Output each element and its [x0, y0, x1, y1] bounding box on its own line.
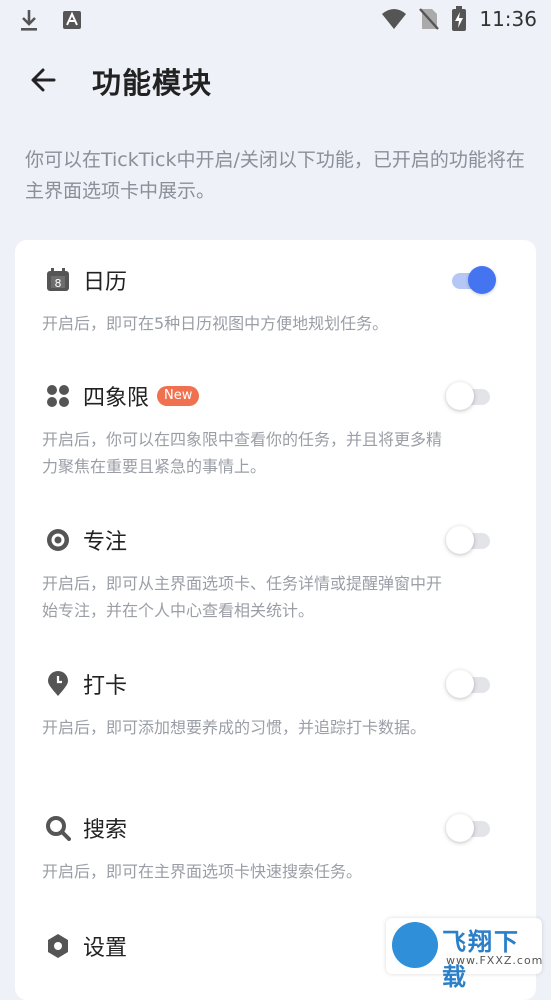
calendar-icon: 8	[45, 267, 71, 293]
toggle-knob	[446, 670, 474, 698]
focus-toggle[interactable]	[446, 526, 494, 554]
toggle-knob	[446, 814, 474, 842]
focus-target-icon	[45, 527, 71, 553]
page-title: 功能模块	[92, 66, 213, 100]
watermark-logo: 飞翔下载 www.FXXZ.com	[386, 918, 544, 991]
settings-hexagon-icon	[45, 933, 71, 959]
new-badge: New	[157, 386, 200, 406]
module-title: 日历	[83, 270, 128, 295]
battery-charging-icon	[452, 6, 467, 31]
module-description: 开启后，即可从主界面选项卡、任务详情或提醒弹窗中开始专注，并在个人中心查看相关统…	[42, 574, 443, 620]
module-title: 打卡	[83, 674, 128, 699]
module-description: 开启后，即可在5种日历视图中方便地规划任务。	[42, 314, 389, 333]
no-sim-icon	[419, 8, 440, 30]
intro-description: 你可以在TickTick中开启/关闭以下功能，已开启的功能将在主界面选项卡中展示…	[25, 149, 525, 202]
watermark-icon	[392, 922, 438, 968]
toggle-knob	[468, 266, 496, 294]
wifi-icon	[382, 9, 407, 29]
module-title: 搜索	[83, 818, 128, 843]
toggle-knob	[446, 382, 474, 410]
quadrant-toggle[interactable]	[446, 382, 494, 410]
arrow-left-icon	[31, 68, 56, 92]
search-icon	[45, 815, 71, 841]
modules-card: 8 日历 开启后，即可在5种日历视图中方便地规划任务。 四象限 New 开启后，…	[15, 240, 536, 1000]
module-title: 专注	[83, 530, 128, 555]
habit-toggle[interactable]	[446, 670, 494, 698]
back-button[interactable]	[28, 64, 60, 96]
status-bar: 11:36	[0, 0, 551, 38]
app-bar: 功能模块	[0, 48, 551, 112]
clock-time: 11:36	[479, 7, 537, 31]
search-toggle[interactable]	[446, 814, 494, 842]
module-title: 设置	[83, 936, 128, 961]
module-description: 开启后，即可添加想要养成的习惯，并追踪打卡数据。	[42, 718, 427, 737]
toggle-knob	[446, 526, 474, 554]
calendar-toggle[interactable]	[446, 266, 496, 294]
module-title: 四象限	[83, 386, 150, 411]
habit-pin-icon	[45, 671, 71, 697]
watermark-url: www.FXXZ.com	[446, 954, 544, 967]
four-dots-icon	[45, 383, 71, 409]
module-description: 开启后，即可在主界面选项卡快速搜索任务。	[42, 862, 363, 881]
calendar-day-number: 8	[55, 277, 62, 290]
download-icon	[21, 10, 37, 31]
module-description: 开启后，你可以在四象限中查看你的任务，并且将更多精力聚焦在重要且紧急的事情上。	[42, 430, 443, 476]
a-text-icon	[63, 11, 81, 29]
